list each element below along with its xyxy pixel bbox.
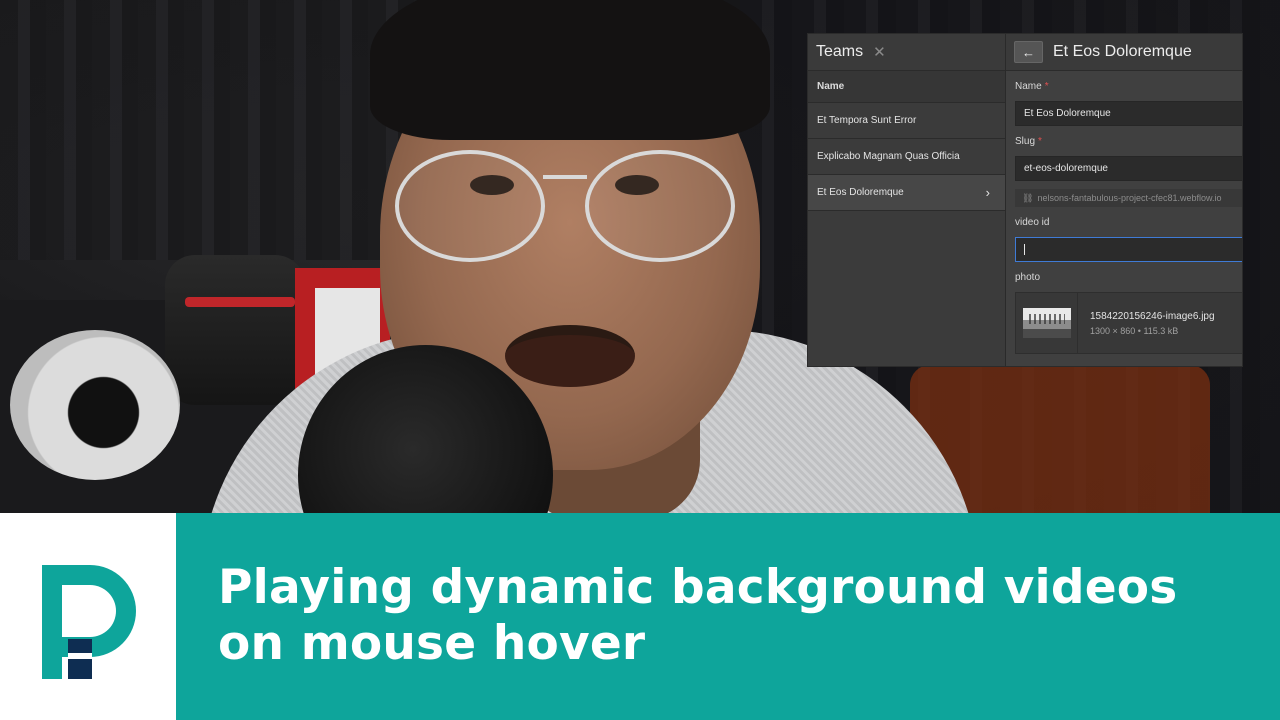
list-item-label: Et Tempora Sunt Error <box>817 115 917 126</box>
slug-field[interactable]: et-eos-doloremque <box>1015 156 1242 181</box>
brand-logo-mark <box>68 639 92 679</box>
required-asterisk: * <box>1044 81 1049 92</box>
name-field[interactable]: Et Eos Doloremque <box>1015 101 1242 126</box>
photo-details: 1300 × 860 • 115.3 kB <box>1090 325 1179 336</box>
column-header-name[interactable]: Name <box>808 71 1005 103</box>
camera-object <box>10 330 180 480</box>
photo-thumbnail[interactable] <box>1022 308 1071 338</box>
list-item[interactable]: Et Tempora Sunt Error <box>808 103 1005 139</box>
list-item-label: Explicabo Magnam Quas Officia <box>817 151 960 162</box>
glasses-bridge <box>543 175 587 179</box>
list-item-selected[interactable]: Et Eos Doloremque › <box>808 175 1005 211</box>
photo-label: photo <box>1015 272 1041 283</box>
photo-field[interactable]: 1584220156246-image6.jpg 1300 × 860 • 11… <box>1015 292 1242 354</box>
slug-field-value: et-eos-doloremque <box>1024 163 1108 174</box>
list-item-label: Et Eos Doloremque <box>817 187 904 198</box>
editor-header: ← Et Eos Doloremque <box>1006 34 1242 71</box>
list-item[interactable]: Explicabo Magnam Quas Officia <box>808 139 1005 175</box>
required-asterisk: * <box>1038 136 1042 147</box>
video-id-field[interactable] <box>1015 237 1242 262</box>
headline-line-2: on mouse hover <box>218 616 646 671</box>
photo-thumbnail-wrapper <box>1016 293 1078 353</box>
chevron-right-icon: › <box>985 185 990 200</box>
slug-label: Slug * <box>1015 136 1042 147</box>
logo-panel <box>0 513 176 720</box>
title-banner: Playing dynamic background videos on mou… <box>0 513 1280 720</box>
mouth <box>505 325 635 387</box>
photo-filename: 1584220156246-image6.jpg <box>1090 310 1215 322</box>
headline-line-1: Playing dynamic background videos <box>218 560 1178 615</box>
photo-meta: 1584220156246-image6.jpg 1300 × 860 • 11… <box>1090 311 1215 336</box>
url-preview-text: nelsons-fantabulous-project-cfec81.webfl… <box>1037 193 1222 203</box>
url-preview[interactable]: ⛓ nelsons-fantabulous-project-cfec81.web… <box>1015 189 1242 207</box>
collection-header: Teams ✕ <box>808 34 1005 71</box>
link-icon: ⛓ <box>1022 192 1034 203</box>
glasses-left-lens <box>395 150 545 262</box>
text-cursor <box>1024 244 1025 255</box>
item-editor-pane: ← Et Eos Doloremque Name * Et Eos Dolorem… <box>1006 34 1242 366</box>
curtain-left <box>0 0 420 260</box>
collection-title: Teams <box>816 43 864 60</box>
video-headline: Playing dynamic background videos on mou… <box>218 560 1258 672</box>
close-icon[interactable]: ✕ <box>873 43 886 61</box>
person-hair <box>370 0 770 140</box>
collection-list-pane: Teams ✕ Name Et Tempora Sunt Error Expli… <box>808 34 1006 366</box>
glasses-right-lens <box>585 150 735 262</box>
editor-title: Et Eos Doloremque <box>1053 43 1192 60</box>
gadget <box>165 255 305 405</box>
arrow-left-icon: ← <box>1022 44 1035 60</box>
video-id-label: video id <box>1015 217 1050 228</box>
back-button[interactable]: ← <box>1014 41 1043 63</box>
name-label: Name * <box>1015 81 1049 92</box>
name-field-value: Et Eos Doloremque <box>1024 108 1111 119</box>
cms-panel: Teams ✕ Name Et Tempora Sunt Error Expli… <box>807 33 1243 367</box>
